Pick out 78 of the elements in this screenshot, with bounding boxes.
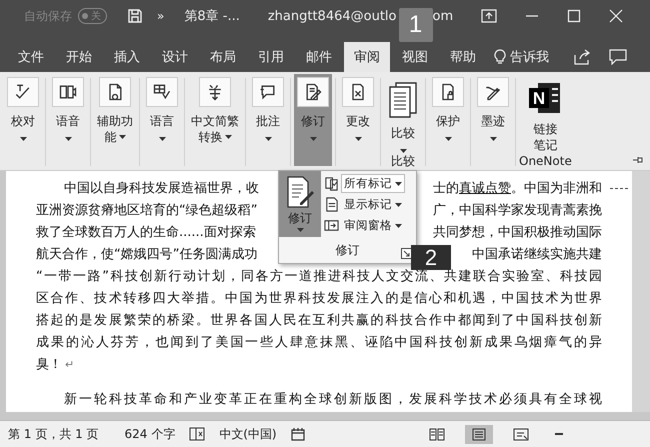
document-text: 广，中国科学家发现青蒿素挽 xyxy=(433,202,602,220)
document-title: 第8章 -... xyxy=(184,8,240,25)
ribbon-tab[interactable]: 文件 xyxy=(8,42,54,72)
callout-number: 2 xyxy=(411,245,451,270)
ribbon-button[interactable]: 语音 xyxy=(49,74,87,166)
ribbon-tab[interactable]: 审阅 xyxy=(344,42,390,72)
language-status[interactable]: 中文(中国) xyxy=(219,426,277,442)
caret-icon xyxy=(395,182,402,186)
word-count[interactable]: 624 个字 xyxy=(124,426,176,442)
ribbon-button[interactable]: N 链接 笔记 xyxy=(525,74,566,153)
macro-icon[interactable] xyxy=(290,427,305,441)
print-layout-icon[interactable] xyxy=(464,424,493,444)
document-text: 中国承诺继续实施共建 xyxy=(472,246,602,264)
dialog-launcher-icon[interactable] xyxy=(401,248,412,259)
menu-button[interactable]: 审阅窗格 xyxy=(341,216,405,235)
document-text: 臭！ xyxy=(36,357,62,372)
document-text: 救了全球数百万人的生命......面对探索 xyxy=(36,224,256,242)
caret-icon xyxy=(395,202,402,206)
caret-icon xyxy=(296,228,304,232)
markup-dropdown[interactable]: 所有标记 xyxy=(341,174,405,193)
document-text: 共同梦想，中国积极推动国际 xyxy=(433,224,602,242)
ribbon-tab[interactable]: 开始 xyxy=(56,42,102,72)
language-icon xyxy=(152,82,172,102)
markup-icon xyxy=(324,176,339,191)
account-name: zhangtt8464@outlo xyxy=(268,8,396,24)
ribbon-button[interactable]: 保护 xyxy=(429,74,467,166)
group-label: OneNote xyxy=(519,154,572,168)
ribbon-button[interactable]: 比较 xyxy=(384,74,422,153)
menu-button[interactable]: 显示标记 xyxy=(341,195,405,214)
close-icon[interactable] xyxy=(609,9,624,23)
lightbulb-icon xyxy=(494,49,506,65)
ribbon-button[interactable]: 语言 xyxy=(143,74,181,166)
ribbon-tab[interactable]: 视图 xyxy=(392,42,438,72)
ribbon-button[interactable]: 修订 xyxy=(294,74,332,166)
maximize-icon[interactable] xyxy=(567,9,582,23)
ribbon-tab[interactable]: 邮件 xyxy=(296,42,342,72)
ribbon-tab[interactable]: 插入 xyxy=(104,42,150,72)
ribbon-button[interactable]: 更改 xyxy=(339,74,377,166)
autosave-label: 自动保存 xyxy=(24,8,72,24)
document-text: 成果的沁人芬芳，也闻到了美国一些人肆意抹黑、诬陷中国科技创新成果乌烟瘴气的异 xyxy=(36,334,602,352)
document-text: 搭起的是发展繁荣的桥梁。世界各国人民在互利共赢的科技合作中都闻到了中国科技创新 xyxy=(36,312,602,330)
comment-icon[interactable] xyxy=(609,49,627,65)
ribbon-button[interactable]: 中文简繁 转换 xyxy=(188,74,242,166)
pin-icon[interactable] xyxy=(632,156,644,164)
save-icon[interactable] xyxy=(127,8,143,24)
document-text: 士的真诚点赞。中国为非洲和 xyxy=(433,180,602,198)
document-text: “一带一路”科技创新行动计划，同各方一道推进科技人文交流、共建联合实验室、科技园 xyxy=(36,268,602,286)
paragraph-mark: ↵ xyxy=(65,358,74,371)
more-commands[interactable]: » xyxy=(157,9,164,23)
callout-number: 1 xyxy=(398,8,432,42)
document-pen-icon xyxy=(285,175,315,209)
ribbon-tab[interactable]: 布局 xyxy=(200,42,246,72)
ribbon-display-icon[interactable] xyxy=(481,9,498,23)
group-label: 比较 xyxy=(391,153,415,170)
ribbon-tab[interactable]: 设计 xyxy=(152,42,198,72)
ribbon-button[interactable]: 墨迹 xyxy=(474,74,512,166)
share-icon[interactable] xyxy=(573,49,591,65)
document-text: 中国以自身科技发展造福世界，收 xyxy=(64,180,259,198)
zoom-out-icon[interactable] xyxy=(554,432,563,436)
ribbon-tab[interactable]: 引用 xyxy=(248,42,294,72)
account-name: om xyxy=(432,8,454,24)
document-text: 航天合作，使“嫦娥四号”任务圆满成功 xyxy=(36,246,258,264)
pane-icon xyxy=(324,218,339,233)
track-changes-button[interactable]: 修订 xyxy=(279,171,321,237)
tell-me-search[interactable]: 告诉我 xyxy=(488,42,555,72)
document-text: 区合作、技术转移四大举措。中国为世界科技发展注入的是信心和机遇，中国技术为世界 xyxy=(36,290,602,308)
document-text: 新一轮科技革命和产业变革正在重构全球创新版图，发展科学技术必须具有全球视 xyxy=(63,391,602,409)
ribbon-button[interactable]: 批注 xyxy=(249,74,287,166)
document-text: 亚洲资源贫瘠地区培育的“绿色超级稻” xyxy=(36,202,258,220)
scrollbar[interactable] xyxy=(632,171,650,412)
ribbon-tab[interactable]: 帮助 xyxy=(440,42,486,72)
ribbon-button[interactable]: 校对 xyxy=(4,74,42,166)
caret-icon xyxy=(395,224,402,228)
group-label: 修订 xyxy=(336,242,360,258)
page-count[interactable]: 第 1 页，共 1 页 xyxy=(8,426,99,442)
document-icon xyxy=(324,197,339,212)
documents-icon xyxy=(387,81,419,119)
ribbon-button[interactable]: 辅助功 能 xyxy=(94,74,136,166)
